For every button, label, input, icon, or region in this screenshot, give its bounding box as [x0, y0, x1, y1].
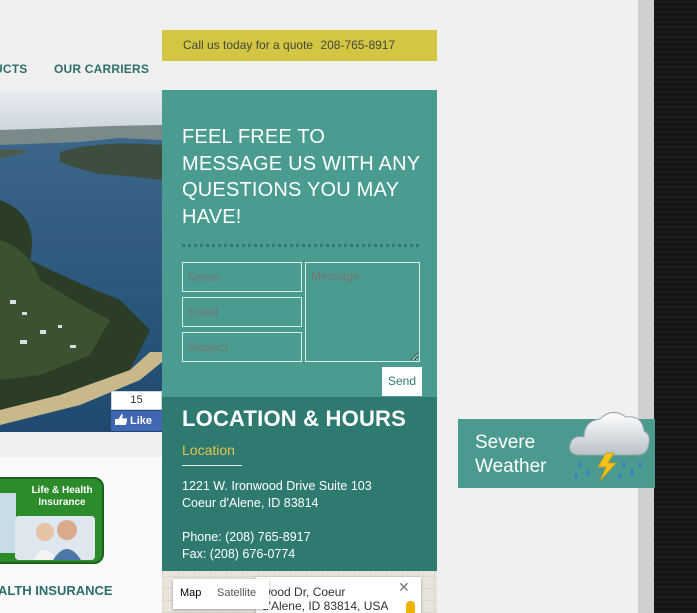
map-info-line2: d'Alene, ID 83814, USA: [262, 599, 389, 613]
call-us-bar: Call us today for a quote 208-765-8917: [162, 30, 437, 61]
location-underline: [182, 465, 242, 466]
location-hours-panel: LOCATION & HOURS Location 1221 W. Ironwo…: [162, 397, 437, 571]
address-line2: Coeur d'Alene, ID 83814: [182, 496, 319, 510]
vertical-scrollbar[interactable]: [638, 0, 654, 613]
name-input[interactable]: [182, 262, 302, 292]
main-nav: UCTS OUR CARRIERS: [0, 62, 162, 78]
hero-lake-photo: [0, 90, 162, 432]
dark-background: [654, 0, 697, 613]
storm-cloud-icon: [569, 412, 650, 482]
call-phone[interactable]: 208-765-8917: [320, 38, 395, 52]
like-count: 15: [111, 391, 162, 410]
nav-item-our-carriers[interactable]: OUR CARRIERS: [54, 62, 149, 76]
address: 1221 W. Ironwood Drive Suite 103 Coeur d…: [182, 478, 372, 512]
google-map[interactable]: wood Dr, Coeur d'Alene, ID 83814, USA ✕ …: [162, 571, 437, 613]
dotted-divider: [182, 244, 419, 247]
contact-form-heading: FEEL FREE TO MESSAGE US WITH ANY QUESTIO…: [182, 126, 420, 228]
email-input[interactable]: [182, 297, 302, 327]
pegman-icon[interactable]: [406, 601, 415, 613]
health-insurance-heading[interactable]: ALTH INSURANCE: [0, 583, 113, 598]
contact-numbers: Phone: (208) 765-8917 Fax: (208) 676-077…: [182, 529, 311, 563]
badge-title: Life & Health Insurance: [31, 485, 93, 508]
facebook-like-button[interactable]: Like: [111, 411, 162, 431]
send-button[interactable]: Send: [382, 367, 422, 396]
phone-number[interactable]: Phone: (208) 765-8917: [182, 529, 311, 546]
map-info-window: wood Dr, Coeur d'Alene, ID 83814, USA: [256, 577, 421, 613]
message-textarea[interactable]: [305, 262, 420, 362]
location-subheading: Location: [182, 442, 235, 458]
nav-item-products[interactable]: UCTS: [0, 62, 27, 76]
address-line1: 1221 W. Ironwood Drive Suite 103: [182, 479, 372, 493]
life-health-insurance-badge[interactable]: Life & Health Insurance: [0, 477, 104, 564]
call-text: Call us today for a quote: [183, 38, 314, 52]
like-label: Like: [130, 415, 153, 427]
tab-satellite[interactable]: Satellite: [217, 587, 256, 599]
subject-input[interactable]: [182, 332, 302, 362]
severe-weather-widget[interactable]: Severe Weather: [458, 412, 655, 488]
weather-label: Severe Weather: [475, 432, 547, 477]
badge-couple-photo: [15, 516, 95, 560]
badge-photo-left: [0, 493, 16, 553]
map-type-control: Map Satellite: [173, 579, 269, 609]
location-heading: LOCATION & HOURS: [182, 406, 407, 431]
fax-number: Fax: (208) 676-0774: [182, 547, 296, 561]
left-page-area: UCTS OUR CARRIERS: [0, 0, 162, 613]
close-icon[interactable]: ✕: [398, 579, 410, 596]
facebook-like-widget[interactable]: 15 Like: [111, 391, 162, 431]
tab-map[interactable]: Map: [180, 587, 201, 599]
thumbs-up-icon: [115, 414, 127, 425]
contact-form-panel: FEEL FREE TO MESSAGE US WITH ANY QUESTIO…: [162, 90, 437, 397]
